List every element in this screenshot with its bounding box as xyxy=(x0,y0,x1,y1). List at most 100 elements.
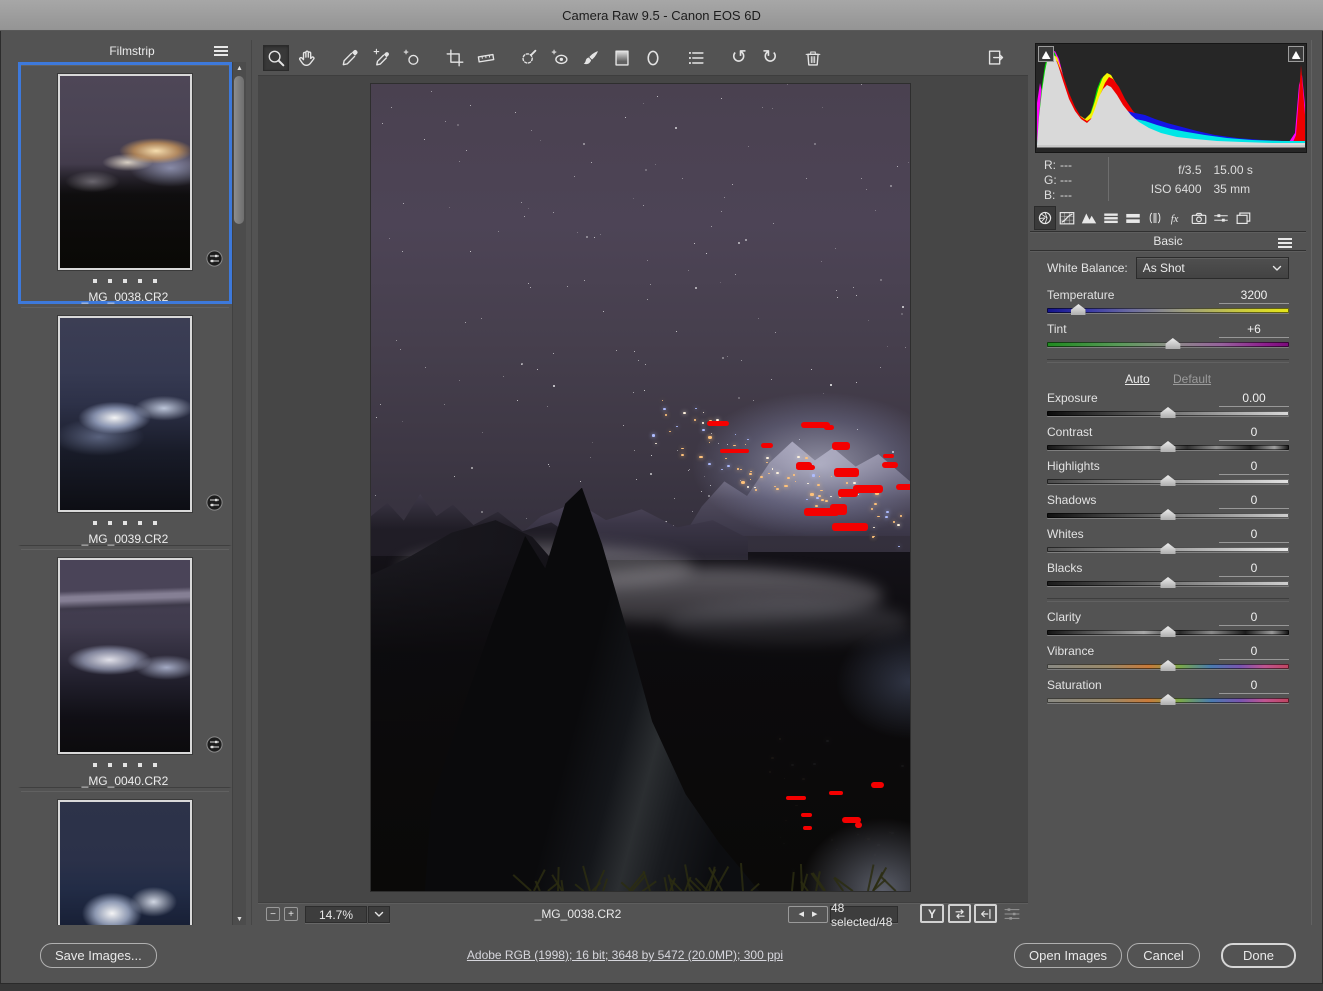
filmstrip-scrollbar[interactable]: ▲ ▼ xyxy=(232,62,246,925)
blacks-value[interactable]: 0 xyxy=(1219,561,1289,577)
contrast-value[interactable]: 0 xyxy=(1219,425,1289,441)
crop-tool-icon[interactable] xyxy=(442,45,468,71)
toggle-fullscreen-icon[interactable] xyxy=(983,45,1009,71)
filmstrip-item[interactable]: _MG_0040.CR2 xyxy=(18,546,232,788)
filmstrip-item[interactable]: _MG_0039.CR2 xyxy=(18,304,232,546)
tab-hsl-grayscale[interactable] xyxy=(1100,206,1122,230)
tint-value[interactable]: +6 xyxy=(1219,322,1289,338)
auto-link[interactable]: Auto xyxy=(1125,372,1150,386)
saturation-thumb[interactable] xyxy=(1161,694,1176,705)
rotate-right-icon[interactable]: ↻ xyxy=(757,45,783,71)
contrast-track[interactable] xyxy=(1047,445,1289,450)
rating-dots[interactable] xyxy=(21,763,229,767)
adjustment-brush-tool-icon[interactable] xyxy=(578,45,604,71)
swap-before-after-button[interactable] xyxy=(948,904,971,923)
shadows-value[interactable]: 0 xyxy=(1219,493,1289,509)
saturation-track[interactable] xyxy=(1047,698,1289,703)
zoom-tool-icon[interactable] xyxy=(263,45,289,71)
delete-icon[interactable] xyxy=(800,45,826,71)
image-nav-buttons[interactable]: ◀ ▶ xyxy=(788,906,828,923)
zoom-level-field[interactable]: 14.7% xyxy=(305,906,367,923)
whites-thumb[interactable] xyxy=(1161,543,1176,554)
tab-basic[interactable] xyxy=(1034,206,1056,230)
temperature-value[interactable]: 3200 xyxy=(1219,288,1289,304)
whites-value[interactable]: 0 xyxy=(1219,527,1289,543)
highlights-value[interactable]: 0 xyxy=(1219,459,1289,475)
scroll-up-icon[interactable]: ▲ xyxy=(233,62,246,74)
open-images-button[interactable]: Open Images xyxy=(1014,943,1122,968)
panel-menu-icon[interactable] xyxy=(1278,238,1292,240)
zoom-in-button[interactable]: + xyxy=(284,907,298,921)
spot-removal-tool-icon[interactable] xyxy=(516,45,542,71)
panel-scrollbar[interactable] xyxy=(1311,40,1312,925)
zoom-out-button[interactable]: − xyxy=(266,907,280,921)
tint-thumb[interactable] xyxy=(1165,338,1180,349)
highlight-clipping-warning-icon[interactable] xyxy=(1288,46,1304,62)
next-image-icon[interactable]: ▶ xyxy=(812,911,817,918)
clarity-value[interactable]: 0 xyxy=(1219,610,1289,626)
titlebar[interactable]: Camera Raw 9.5 - Canon EOS 6D xyxy=(0,0,1323,31)
radial-filter-tool-icon[interactable] xyxy=(640,45,666,71)
exposure-thumb[interactable] xyxy=(1161,407,1176,418)
color-sampler-tool-icon[interactable] xyxy=(368,45,394,71)
tab-snapshots[interactable] xyxy=(1232,206,1254,230)
rating-dots[interactable] xyxy=(21,521,229,525)
scrollbar-thumb[interactable] xyxy=(234,76,244,224)
graduated-filter-tool-icon[interactable] xyxy=(609,45,635,71)
workflow-options-link[interactable]: Adobe RGB (1998); 16 bit; 3648 by 5472 (… xyxy=(440,948,810,962)
zoom-select-chevron[interactable] xyxy=(368,906,390,923)
shadows-track[interactable] xyxy=(1047,513,1289,518)
highlights-track[interactable] xyxy=(1047,479,1289,484)
tab-split-toning[interactable] xyxy=(1122,206,1144,230)
white-balance-tool-icon[interactable] xyxy=(337,45,363,71)
save-images-button[interactable]: Save Images... xyxy=(40,943,157,968)
vibrance-value[interactable]: 0 xyxy=(1219,644,1289,660)
saturation-value[interactable]: 0 xyxy=(1219,678,1289,694)
vibrance-track[interactable] xyxy=(1047,664,1289,669)
straighten-tool-icon[interactable] xyxy=(473,45,499,71)
white-balance-select[interactable]: As Shot xyxy=(1136,257,1289,279)
thumbnail[interactable] xyxy=(58,74,192,270)
tab-detail[interactable] xyxy=(1078,206,1100,230)
tab-presets[interactable] xyxy=(1210,206,1232,230)
panel-splitter[interactable] xyxy=(251,40,252,925)
temperature-track[interactable] xyxy=(1047,308,1289,313)
red-eye-tool-icon[interactable] xyxy=(547,45,573,71)
done-button[interactable]: Done xyxy=(1221,943,1296,968)
clarity-track[interactable] xyxy=(1047,630,1289,635)
contrast-thumb[interactable] xyxy=(1161,441,1176,452)
vibrance-thumb[interactable] xyxy=(1161,660,1176,671)
preview-image[interactable] xyxy=(371,84,910,891)
shadows-thumb[interactable] xyxy=(1161,509,1176,520)
targeted-adjustment-tool-icon[interactable] xyxy=(399,45,425,71)
prev-image-icon[interactable]: ◀ xyxy=(799,911,804,918)
blacks-track[interactable] xyxy=(1047,581,1289,586)
shadow-clipping-warning-icon[interactable] xyxy=(1038,46,1054,62)
rotate-left-icon[interactable]: ↺ xyxy=(726,45,752,71)
thumbnail[interactable] xyxy=(58,800,192,925)
filmstrip-item[interactable]: _MG_0038.CR2 xyxy=(18,62,232,304)
hand-tool-icon[interactable] xyxy=(294,45,320,71)
presets-menu-icon[interactable] xyxy=(683,45,709,71)
preview-toggle-button[interactable]: Y xyxy=(920,904,944,923)
cancel-button[interactable]: Cancel xyxy=(1127,943,1200,968)
blacks-thumb[interactable] xyxy=(1161,577,1176,588)
highlights-thumb[interactable] xyxy=(1161,475,1176,486)
clarity-thumb[interactable] xyxy=(1161,626,1176,637)
whites-track[interactable] xyxy=(1047,547,1289,552)
tab-effects[interactable]: fx xyxy=(1166,206,1188,230)
tint-track[interactable] xyxy=(1047,342,1289,347)
filmstrip-menu-icon[interactable] xyxy=(214,46,228,48)
filmstrip-item[interactable] xyxy=(18,788,232,908)
exposure-value[interactable]: 0.00 xyxy=(1219,391,1289,407)
tab-lens-corrections[interactable] xyxy=(1144,206,1166,230)
rating-dots[interactable] xyxy=(21,279,229,283)
scroll-down-icon[interactable]: ▼ xyxy=(233,913,246,925)
tab-camera-calibration[interactable] xyxy=(1188,206,1210,230)
temperature-thumb[interactable] xyxy=(1071,304,1086,315)
default-link[interactable]: Default xyxy=(1173,372,1211,386)
tab-tone-curve[interactable] xyxy=(1056,206,1078,230)
exposure-track[interactable] xyxy=(1047,411,1289,416)
thumbnail[interactable] xyxy=(58,316,192,512)
thumbnail[interactable] xyxy=(58,558,192,754)
